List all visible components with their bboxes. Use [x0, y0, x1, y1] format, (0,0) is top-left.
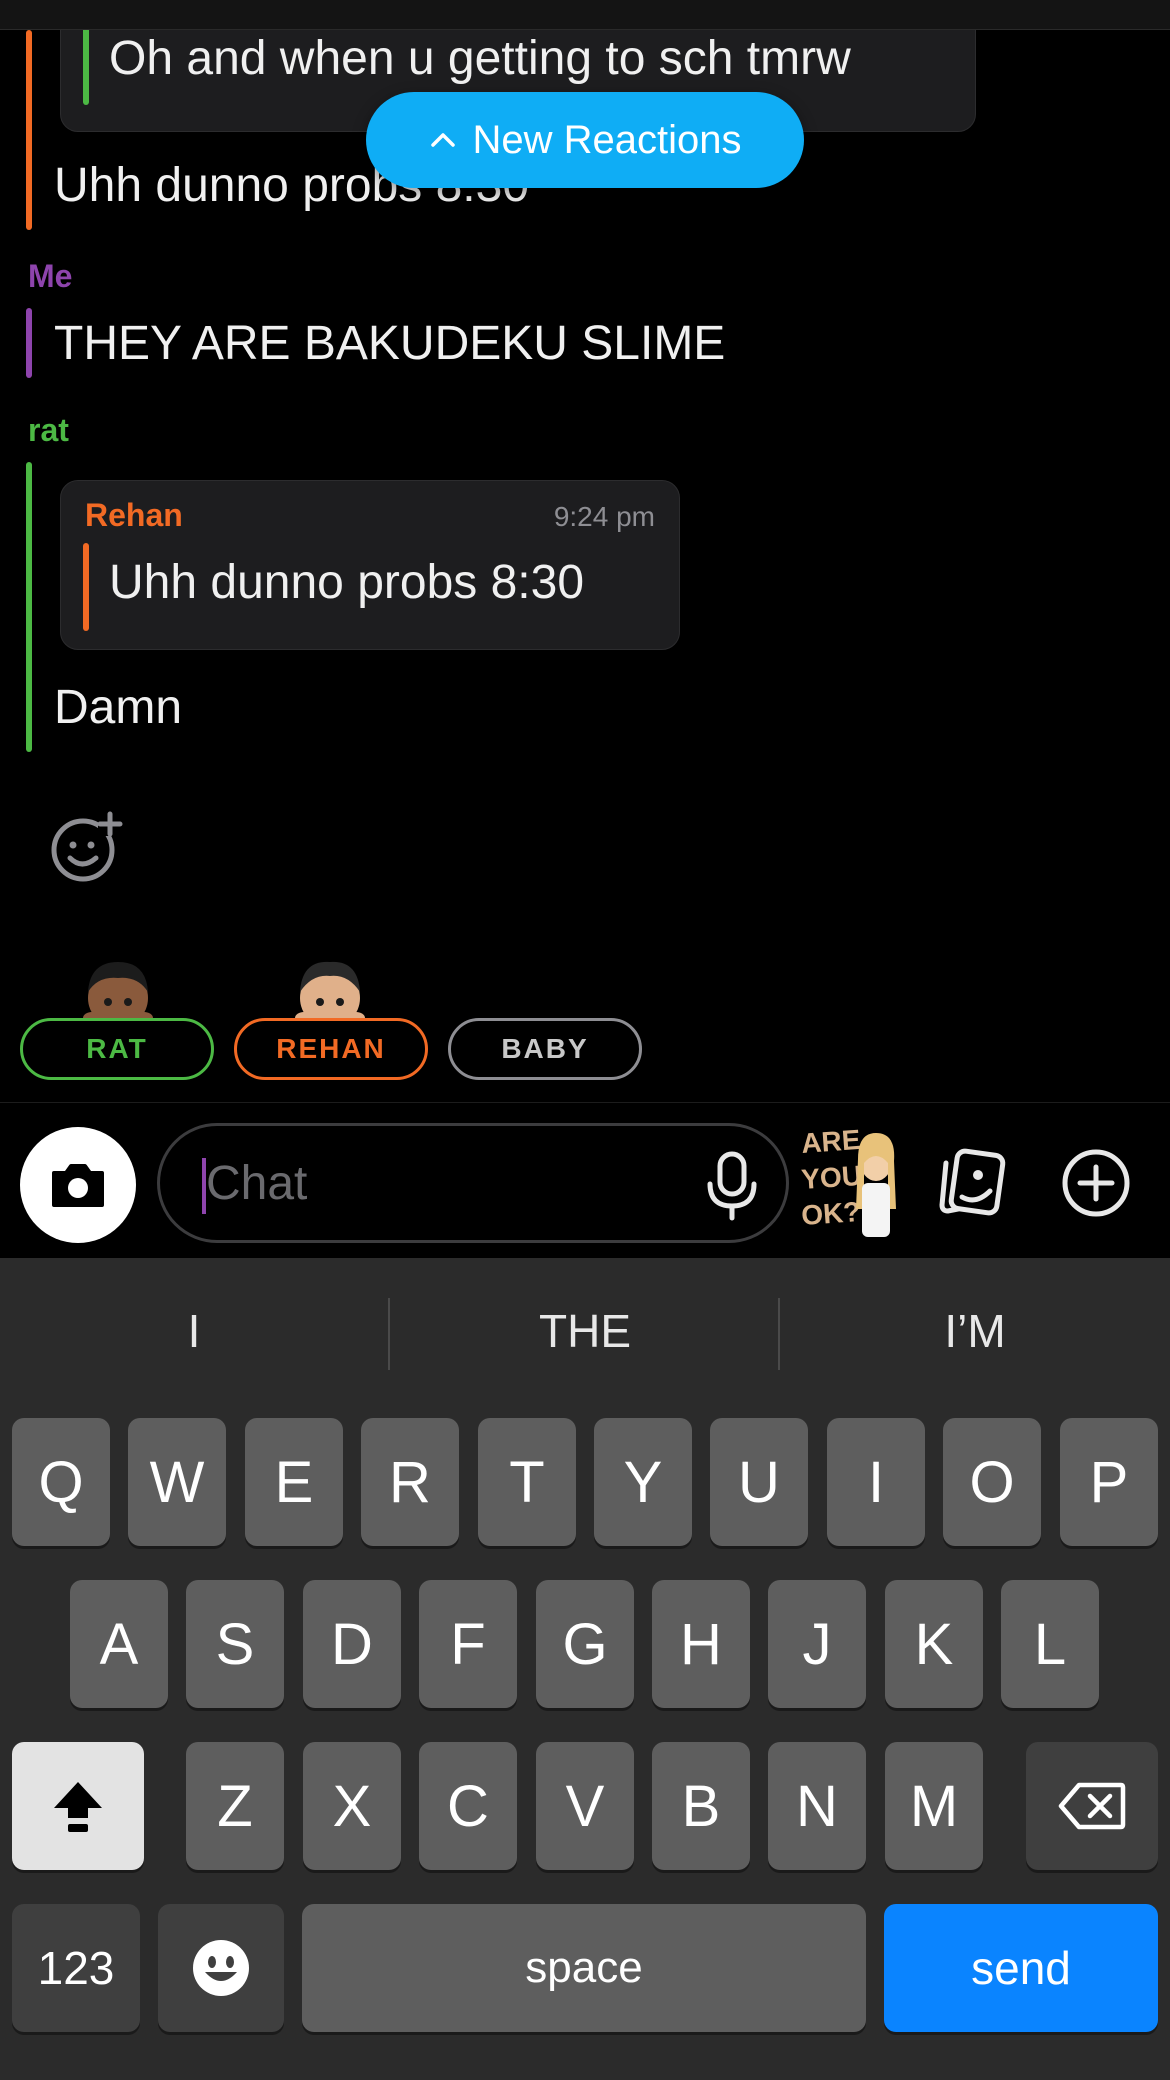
chevron-up-icon	[431, 133, 456, 147]
microphone-icon	[707, 1151, 757, 1221]
key-j[interactable]: J	[768, 1580, 866, 1708]
send-key[interactable]: send	[884, 1904, 1158, 2032]
participant-chip-rehan[interactable]: REHAN	[234, 1018, 428, 1080]
quote-text: Uhh dunno probs 8:30	[109, 556, 585, 609]
message-text[interactable]: Damn	[54, 680, 182, 735]
message-group-rat: rat Rehan 9:24 pm Uhh dunno probs 8:30 D…	[26, 412, 986, 772]
key-g[interactable]: G	[536, 1580, 634, 1708]
more-options-button[interactable]	[1060, 1147, 1132, 1219]
key-z[interactable]: Z	[186, 1742, 284, 1870]
top-bar	[0, 0, 1170, 30]
key-h[interactable]: H	[652, 1580, 750, 1708]
key-v[interactable]: V	[536, 1742, 634, 1870]
shift-arrow-icon	[54, 1782, 102, 1832]
quoted-message[interactable]: Rehan 9:24 pm Uhh dunno probs 8:30	[60, 480, 680, 650]
microphone-button[interactable]	[700, 1150, 764, 1222]
key-m[interactable]: M	[885, 1742, 983, 1870]
new-reactions-button[interactable]: New Reactions	[366, 92, 804, 188]
sticker-line-3: OK?	[800, 1196, 861, 1231]
chat-input-placeholder: Chat	[206, 1157, 308, 1210]
quote-timestamp: 9:24 pm	[553, 501, 655, 532]
quote-sender: Rehan	[85, 497, 183, 533]
suggestion-2[interactable]: THE	[391, 1288, 779, 1374]
avatar-peek-rehan	[290, 958, 370, 1028]
camera-button[interactable]	[20, 1127, 136, 1243]
sender-color-bar	[26, 30, 32, 230]
participant-chip-rat[interactable]: RAT	[20, 1018, 214, 1080]
suggestion-divider	[778, 1298, 780, 1370]
participants-bar: RAT REHAN BABY	[0, 958, 1170, 1088]
key-f[interactable]: F	[419, 1580, 517, 1708]
new-reactions-label: New Reactions	[472, 117, 742, 162]
smiley-plus-icon	[51, 811, 123, 882]
numbers-key[interactable]: 123	[12, 1904, 140, 2032]
message-text[interactable]: THEY ARE BAKUDEKU SLIME	[54, 316, 725, 371]
chat-input-field[interactable]: Chat	[157, 1123, 789, 1243]
key-r[interactable]: R	[361, 1418, 459, 1546]
key-x[interactable]: X	[303, 1742, 401, 1870]
sticker-line-1: ARE	[800, 1124, 861, 1159]
key-a[interactable]: A	[70, 1580, 168, 1708]
key-p[interactable]: P	[1060, 1418, 1158, 1546]
backspace-key[interactable]	[1026, 1742, 1158, 1870]
suggestion-3[interactable]: I’M	[781, 1288, 1169, 1374]
key-u[interactable]: U	[710, 1418, 808, 1546]
predictive-text-bar: I THE I’M	[0, 1258, 1170, 1408]
emoji-key[interactable]	[158, 1904, 284, 2032]
sender-color-bar	[26, 462, 32, 752]
key-b[interactable]: B	[652, 1742, 750, 1870]
key-i[interactable]: I	[827, 1418, 925, 1546]
sender-name: rat	[28, 412, 69, 448]
plus-circle-icon	[1062, 1149, 1130, 1217]
chat-messages: Oh and when u getting to sch tmrw Uhh du…	[0, 30, 1170, 1102]
chat-input-bar: Chat ARE YOU OK?	[0, 1102, 1170, 1258]
backspace-icon	[1058, 1782, 1126, 1830]
keyboard: I THE I’M Q W E R T Y U I O P A S D F G …	[0, 1258, 1170, 2080]
key-o[interactable]: O	[943, 1418, 1041, 1546]
avatar-peek-rat	[78, 958, 158, 1028]
emoji-icon	[193, 1940, 249, 1996]
key-l[interactable]: L	[1001, 1580, 1099, 1708]
key-e[interactable]: E	[245, 1418, 343, 1546]
are-you-ok-sticker[interactable]: ARE YOU OK?	[800, 1119, 904, 1243]
suggestion-divider	[388, 1298, 390, 1370]
key-y[interactable]: Y	[594, 1418, 692, 1546]
quote-color-bar	[83, 30, 89, 105]
key-c[interactable]: C	[419, 1742, 517, 1870]
sender-color-bar	[26, 308, 32, 378]
key-q[interactable]: Q	[12, 1418, 110, 1546]
key-d[interactable]: D	[303, 1580, 401, 1708]
key-n[interactable]: N	[768, 1742, 866, 1870]
memories-button[interactable]	[936, 1147, 1006, 1217]
key-w[interactable]: W	[128, 1418, 226, 1546]
message-group-me: Me THEY ARE BAKUDEKU SLIME	[26, 258, 986, 388]
key-t[interactable]: T	[478, 1418, 576, 1546]
sender-name: Me	[28, 258, 73, 294]
key-s[interactable]: S	[186, 1580, 284, 1708]
space-key[interactable]: space	[302, 1904, 866, 2032]
shift-key[interactable]	[12, 1742, 144, 1870]
memories-cards-icon	[939, 1148, 1006, 1216]
sticker-line-2: YOU	[800, 1160, 863, 1195]
suggestion-1[interactable]: I	[0, 1288, 388, 1374]
key-k[interactable]: K	[885, 1580, 983, 1708]
quote-text: Oh and when u getting to sch tmrw	[109, 32, 851, 85]
add-reaction-button[interactable]	[50, 810, 124, 884]
camera-icon	[52, 1164, 104, 1207]
participant-chip-baby[interactable]: BABY	[448, 1018, 642, 1080]
quote-color-bar	[83, 543, 89, 631]
